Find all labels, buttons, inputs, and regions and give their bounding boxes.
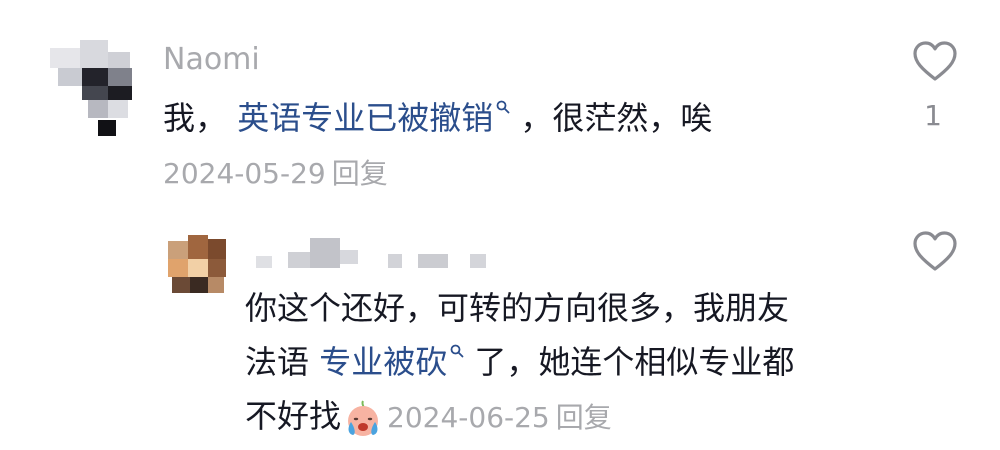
avatar[interactable] [168,235,226,295]
search-keyword-text[interactable]: 专业被砍 [319,343,447,381]
search-icon[interactable] [450,344,464,358]
reply-button[interactable]: 回复 [332,157,388,190]
reply-date: 2024-06-25 [387,401,550,434]
username[interactable]: Naomi [163,40,260,80]
comment-text-prefix: 我， [163,99,228,137]
reply-text-line-3: 不好找 2024-06-25 回复 [245,394,612,440]
like-count: 1 [924,99,942,132]
comment-text: 我， 英语专业已被撤销 ，很茫然，唉 [163,96,712,140]
search-keyword-link[interactable]: 英语专业已被撤销 [237,99,510,137]
reply-button[interactable]: 回复 [556,401,612,434]
comment-meta: 2024-05-29 回复 [163,154,388,194]
search-icon[interactable] [496,100,510,114]
reply-text-line-2: 法语 专业被砍 了，她连个相似专业都 [245,340,794,384]
reply-text-prefix: 法语 [245,343,310,381]
search-keyword-link[interactable]: 专业被砍 [319,343,464,381]
search-keyword-text[interactable]: 英语专业已被撤销 [237,99,493,137]
blurred-username[interactable] [248,232,508,272]
avatar[interactable] [50,40,140,140]
reply-text-suffix: 了，她连个相似专业都 [474,343,795,381]
crying-face-emoji [348,400,379,436]
heart-outline-icon[interactable] [912,230,958,272]
comment-text-suffix: ，很茫然，唉 [520,99,713,137]
reply-text-line-1: 你这个还好，可转的方向很多，我朋友 [245,289,790,327]
reply-text-end: 不好找 [245,397,342,435]
heart-outline-icon[interactable] [912,40,958,82]
comment-date: 2024-05-29 [163,157,326,190]
